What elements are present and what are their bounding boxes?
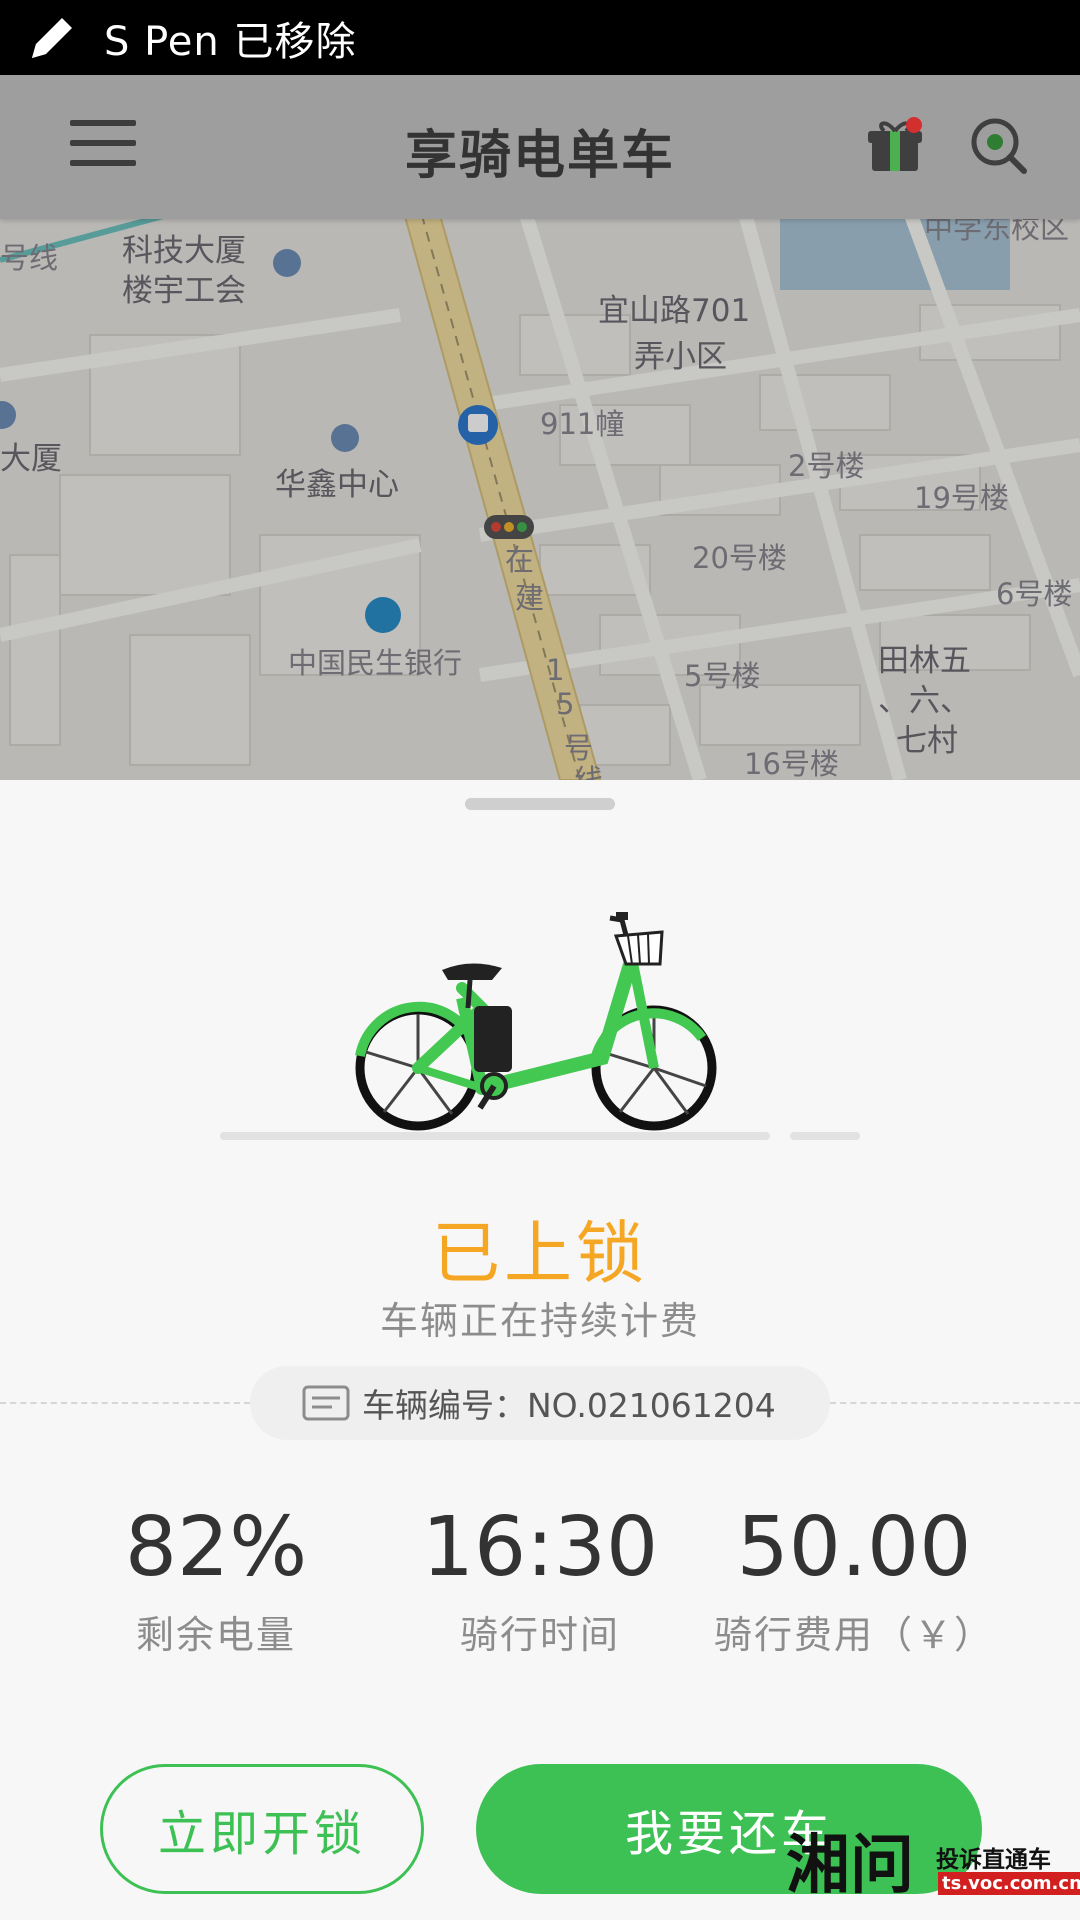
- ground-line: [220, 1132, 770, 1140]
- bike-illustration-icon: [355, 912, 717, 1131]
- billing-note: 车辆正在持续计费: [379, 1299, 700, 1343]
- divider: [0, 1402, 250, 1404]
- ride-stats: 82% 剩余电量 16:30 骑行时间 50.00 骑行费用（￥）: [0, 1498, 1080, 1698]
- watermark-logo: 湘问 投诉直通车 ts.voc.com.cn: [786, 1814, 1080, 1914]
- app-header: 享骑电单车: [0, 75, 1080, 219]
- status-text: S Pen 已移除: [104, 18, 357, 65]
- stat-label: 剩余电量: [135, 1613, 296, 1657]
- stat-value: 50.00: [736, 1500, 972, 1595]
- stat-label: 骑行费用（￥）: [713, 1613, 994, 1657]
- stat-value: 16:30: [421, 1500, 659, 1595]
- sheet-drag-handle[interactable]: [465, 798, 615, 810]
- gift-icon[interactable]: [866, 117, 924, 175]
- ground-line: [790, 1132, 860, 1140]
- vehicle-number-badge: 车辆编号：NO.021061204: [250, 1366, 830, 1440]
- id-card-icon: [302, 1385, 350, 1421]
- status-toast: S Pen 已移除: [0, 0, 1080, 75]
- stat-value: 82%: [124, 1500, 308, 1595]
- stat-battery: 82% 剩余电量: [56, 1498, 376, 1659]
- watermark-subtitle: 投诉直通车: [936, 1847, 1051, 1873]
- lock-status: 已上锁: [431, 1215, 648, 1294]
- ride-status-sheet: 已上锁 车辆正在持续计费 车辆编号：NO.021061204 82% 剩余电量 …: [0, 780, 1080, 1920]
- stat-ride-fee: 50.00 骑行费用（￥）: [694, 1498, 1014, 1659]
- watermark-title: 湘问: [786, 1829, 914, 1903]
- stat-ride-time: 16:30 骑行时间: [380, 1498, 700, 1659]
- pen-icon: [32, 17, 72, 58]
- unlock-now-button[interactable]: 立即开锁: [100, 1764, 424, 1894]
- vehicle-number: 车辆编号：NO.021061204: [362, 1386, 776, 1425]
- stat-label: 骑行时间: [459, 1613, 620, 1657]
- divider: [830, 1402, 1080, 1404]
- watermark-url: ts.voc.com.cn: [938, 1872, 1080, 1895]
- scan-icon[interactable]: [968, 115, 1028, 175]
